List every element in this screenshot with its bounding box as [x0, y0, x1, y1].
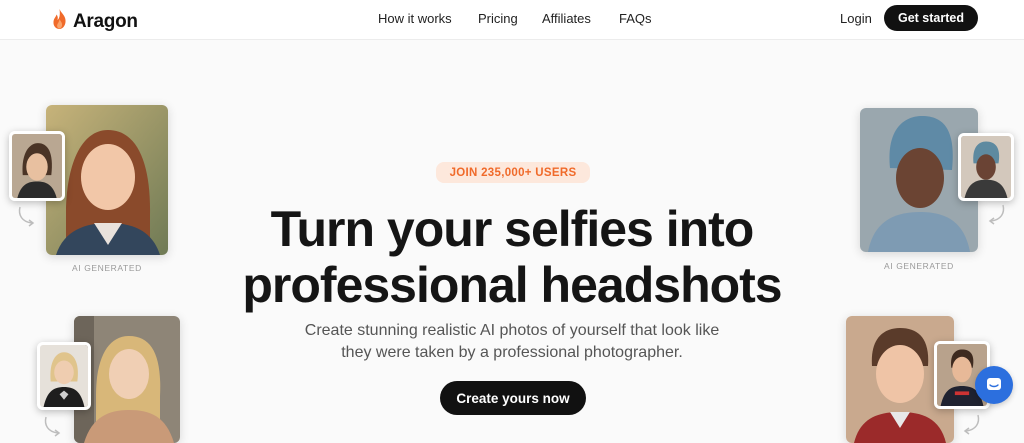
login-link[interactable]: Login — [840, 11, 872, 26]
curved-arrow-icon — [988, 204, 1005, 225]
selfie-thumbnail-1 — [9, 131, 65, 201]
nav-how-it-works[interactable]: How it works — [378, 11, 452, 26]
nav-pricing[interactable]: Pricing — [478, 11, 518, 26]
curved-arrow-icon — [18, 206, 35, 227]
ai-generated-label: AI GENERATED — [72, 263, 142, 273]
brand-name: Aragon — [73, 10, 138, 32]
curved-arrow-icon — [44, 416, 61, 437]
subtitle-line-1: Create stunning realistic AI photos of y… — [304, 322, 720, 339]
get-started-button[interactable]: Get started — [884, 5, 978, 31]
nav-faqs[interactable]: FAQs — [619, 11, 652, 26]
ai-generated-label: AI GENERATED — [884, 261, 954, 271]
users-count-badge: JOIN 235,000+ USERS — [436, 162, 590, 183]
top-navbar: Aragon How it works Pricing Affiliates F… — [0, 0, 1024, 40]
subtitle-line-2: they were taken by a professional photog… — [341, 344, 683, 361]
chat-widget-button[interactable] — [975, 366, 1013, 404]
hero-headline: Turn your selfies into professional head… — [200, 201, 824, 313]
hero-subtitle: Create stunning realistic AI photos of y… — [262, 320, 762, 364]
selfie-thumbnail-2 — [37, 342, 91, 410]
create-yours-now-button[interactable]: Create yours now — [440, 381, 586, 415]
hero-section: AI GENERATED AI GENERATED JOIN 235,000+ … — [0, 41, 1024, 443]
selfie-thumbnail-3 — [958, 133, 1014, 201]
chat-icon — [987, 378, 1001, 390]
headline-line-2: professional headshots — [242, 257, 782, 313]
headline-line-1: Turn your selfies into — [270, 201, 755, 257]
nav-affiliates[interactable]: Affiliates — [542, 11, 591, 26]
curved-arrow-icon — [963, 414, 980, 435]
brand-logo[interactable]: Aragon — [51, 8, 138, 35]
flame-icon — [51, 8, 68, 35]
